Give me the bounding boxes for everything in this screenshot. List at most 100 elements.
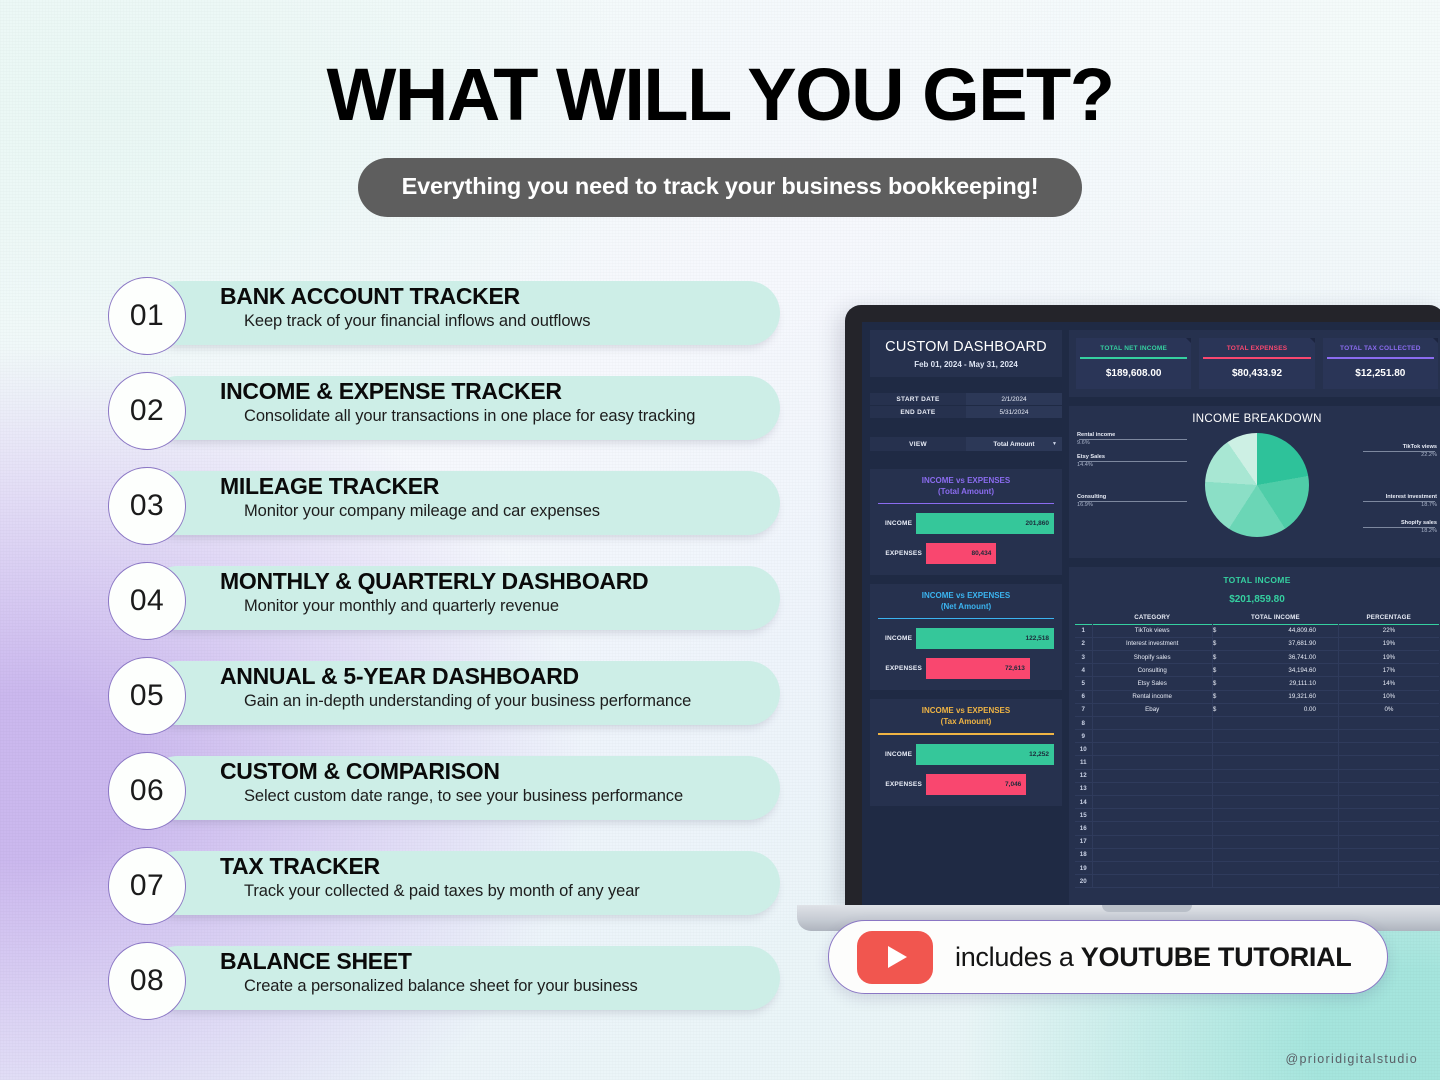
row-index: 18 xyxy=(1075,848,1092,862)
table-row[interactable]: 4 Consulting $34,194.60 17% xyxy=(1075,663,1439,678)
row-percentage xyxy=(1337,861,1439,876)
row-amount xyxy=(1225,861,1339,876)
row-percentage xyxy=(1337,742,1439,757)
table-row[interactable]: 15 xyxy=(1075,808,1439,823)
feature-description: Create a personalized balance sheet for … xyxy=(244,977,638,996)
row-amount xyxy=(1225,742,1339,757)
total-income-title: TOTAL INCOME xyxy=(1223,574,1291,585)
table-row[interactable]: 7 Ebay $0.00 0% xyxy=(1075,703,1439,717)
table-row[interactable]: 2 Interest investment $37,681.90 19% xyxy=(1075,637,1439,651)
row-index: 10 xyxy=(1075,742,1092,757)
pie-label-percent: 22.2% xyxy=(1421,451,1437,458)
youtube-tutorial-badge[interactable]: includes a YOUTUBE TUTORIAL xyxy=(828,920,1388,994)
table-row[interactable]: 8 xyxy=(1075,716,1439,731)
row-currency xyxy=(1211,835,1226,849)
row-index: 3 xyxy=(1075,650,1092,665)
row-currency xyxy=(1211,861,1226,876)
row-currency xyxy=(1211,795,1226,810)
table-row[interactable]: 3 Shopify sales $36,741.00 19% xyxy=(1075,650,1439,665)
income-bar-label: INCOME xyxy=(884,520,913,528)
row-percentage: 17% xyxy=(1337,663,1439,678)
income-col-index xyxy=(1075,612,1092,625)
feature-title: MONTHLY & QUARTERLY DASHBOARD xyxy=(220,568,649,594)
bar-card-rule xyxy=(878,617,1054,620)
table-row[interactable]: 14 xyxy=(1075,795,1439,810)
feature-row: 01 BANK ACCOUNT TRACKER Keep track of your… xyxy=(108,277,780,355)
income-expense-bar-card: INCOME vs EXPENSES (Tax Amount) INCOME 12,2… xyxy=(870,699,1062,806)
bar-card-title: INCOME vs EXPENSES (Net Amount) xyxy=(878,591,1054,613)
table-row[interactable]: 18 xyxy=(1075,848,1439,862)
row-category: Consulting xyxy=(1091,663,1213,678)
start-date-value[interactable]: 2/1/2024 xyxy=(966,393,1062,405)
feature-row: 04 MONTHLY & QUARTERLY DASHBOARD Monitor y… xyxy=(108,562,780,640)
feature-text: INCOME & EXPENSE TRACKER Consolidate all … xyxy=(220,378,762,426)
table-row[interactable]: 16 xyxy=(1075,821,1439,836)
dashboard-left-column: CUSTOM DASHBOARD Feb 01, 2024 - May 31, … xyxy=(870,330,1062,905)
table-row[interactable]: 11 xyxy=(1075,755,1439,770)
kpi-card: TOTAL NET INCOME $189,608.00 xyxy=(1076,338,1192,389)
row-category: Interest investment xyxy=(1091,637,1213,651)
row-amount xyxy=(1225,848,1339,862)
row-currency: $ xyxy=(1211,690,1226,704)
subtitle-pill: Everything you need to track your busine… xyxy=(357,158,1083,217)
feature-description: Monitor your monthly and quarterly reven… xyxy=(244,597,559,616)
row-index: 9 xyxy=(1075,729,1092,744)
kpi-label: TOTAL NET INCOME xyxy=(1100,345,1168,352)
row-currency xyxy=(1211,821,1226,836)
row-amount xyxy=(1225,729,1339,744)
income-col-category: CATEGORY xyxy=(1134,613,1171,621)
end-date-value[interactable]: 5/31/2024 xyxy=(966,406,1062,418)
kpi-corner-fold xyxy=(1432,338,1438,343)
table-row[interactable]: 10 xyxy=(1075,742,1439,757)
kpi-value: $189,608.00 xyxy=(1105,367,1162,379)
row-category: Etsy Sales xyxy=(1091,676,1213,691)
pie-label-percent: 14.4% xyxy=(1077,461,1093,468)
feature-text: MONTHLY & QUARTERLY DASHBOARD Monitor you… xyxy=(220,568,762,616)
youtube-icon xyxy=(857,930,933,984)
row-index: 5 xyxy=(1075,676,1092,691)
dashboard-date-range: Feb 01, 2024 - May 31, 2024 xyxy=(914,360,1018,369)
kpi-value: $12,251.80 xyxy=(1355,367,1406,379)
feature-title: TAX TRACKER xyxy=(220,853,380,879)
table-row[interactable]: 6 Rental income $19,321.60 10% xyxy=(1075,690,1439,704)
feature-title: BANK ACCOUNT TRACKER xyxy=(220,283,520,309)
view-label: VIEW xyxy=(870,437,966,451)
income-expense-bar-card: INCOME vs EXPENSES (Net Amount) INCOME 122,… xyxy=(870,584,1062,691)
table-row[interactable]: 5 Etsy Sales $29,111.10 14% xyxy=(1075,676,1439,691)
row-amount: 36,741.00 xyxy=(1225,650,1339,665)
table-row[interactable]: 9 xyxy=(1075,729,1439,744)
feature-title: MILEAGE TRACKER xyxy=(220,473,440,499)
laptop-lid: CUSTOM DASHBOARD Feb 01, 2024 - May 31, … xyxy=(845,305,1440,905)
chevron-down-icon: ▼ xyxy=(1052,441,1057,447)
kpi-card: TOTAL TAX COLLECTED $12,251.80 xyxy=(1322,338,1438,389)
feature-row: 08 BALANCE SHEET Create a personalized bal… xyxy=(108,942,780,1020)
dashboard-header: CUSTOM DASHBOARD Feb 01, 2024 - May 31, … xyxy=(870,330,1062,377)
table-row[interactable]: 19 xyxy=(1075,861,1439,876)
row-category xyxy=(1091,755,1213,770)
row-category xyxy=(1091,729,1213,744)
feature-number-badge: 02 xyxy=(108,372,186,450)
bar-card-title: INCOME vs EXPENSES (Tax Amount) xyxy=(878,706,1054,728)
income-bar-value: 122,518 xyxy=(916,628,1054,650)
table-row[interactable]: 20 xyxy=(1075,874,1439,889)
row-amount: 29,111.10 xyxy=(1225,676,1339,691)
feature-title: CUSTOM & COMPARISON xyxy=(220,758,500,784)
income-breakdown-panel: INCOME BREAKDOWN TikTok views 22.2% Intere… xyxy=(1069,405,1440,558)
feature-description: Track your collected & paid taxes by mon… xyxy=(244,882,640,901)
row-amount xyxy=(1225,795,1339,810)
expenses-bar-label: EXPENSES xyxy=(885,665,922,673)
row-index: 7 xyxy=(1075,703,1092,717)
expenses-bar-label: EXPENSES xyxy=(885,550,922,558)
table-row[interactable]: 12 xyxy=(1075,769,1439,783)
table-row[interactable]: 17 xyxy=(1075,835,1439,849)
expenses-bar-line: EXPENSES 72,613 xyxy=(878,658,1054,680)
row-amount xyxy=(1225,874,1339,889)
table-row[interactable]: 1 TikTok views $44,809.60 22% xyxy=(1075,624,1439,638)
feature-number-badge: 08 xyxy=(108,942,186,1020)
table-row[interactable]: 13 xyxy=(1075,782,1439,797)
feature-text: MILEAGE TRACKER Monitor your company mile… xyxy=(220,473,762,521)
view-dropdown[interactable]: Total Amount ▼ xyxy=(966,437,1062,451)
row-percentage xyxy=(1337,874,1439,889)
row-category xyxy=(1091,742,1213,757)
feature-description: Consolidate all your transactions in one… xyxy=(244,407,696,426)
